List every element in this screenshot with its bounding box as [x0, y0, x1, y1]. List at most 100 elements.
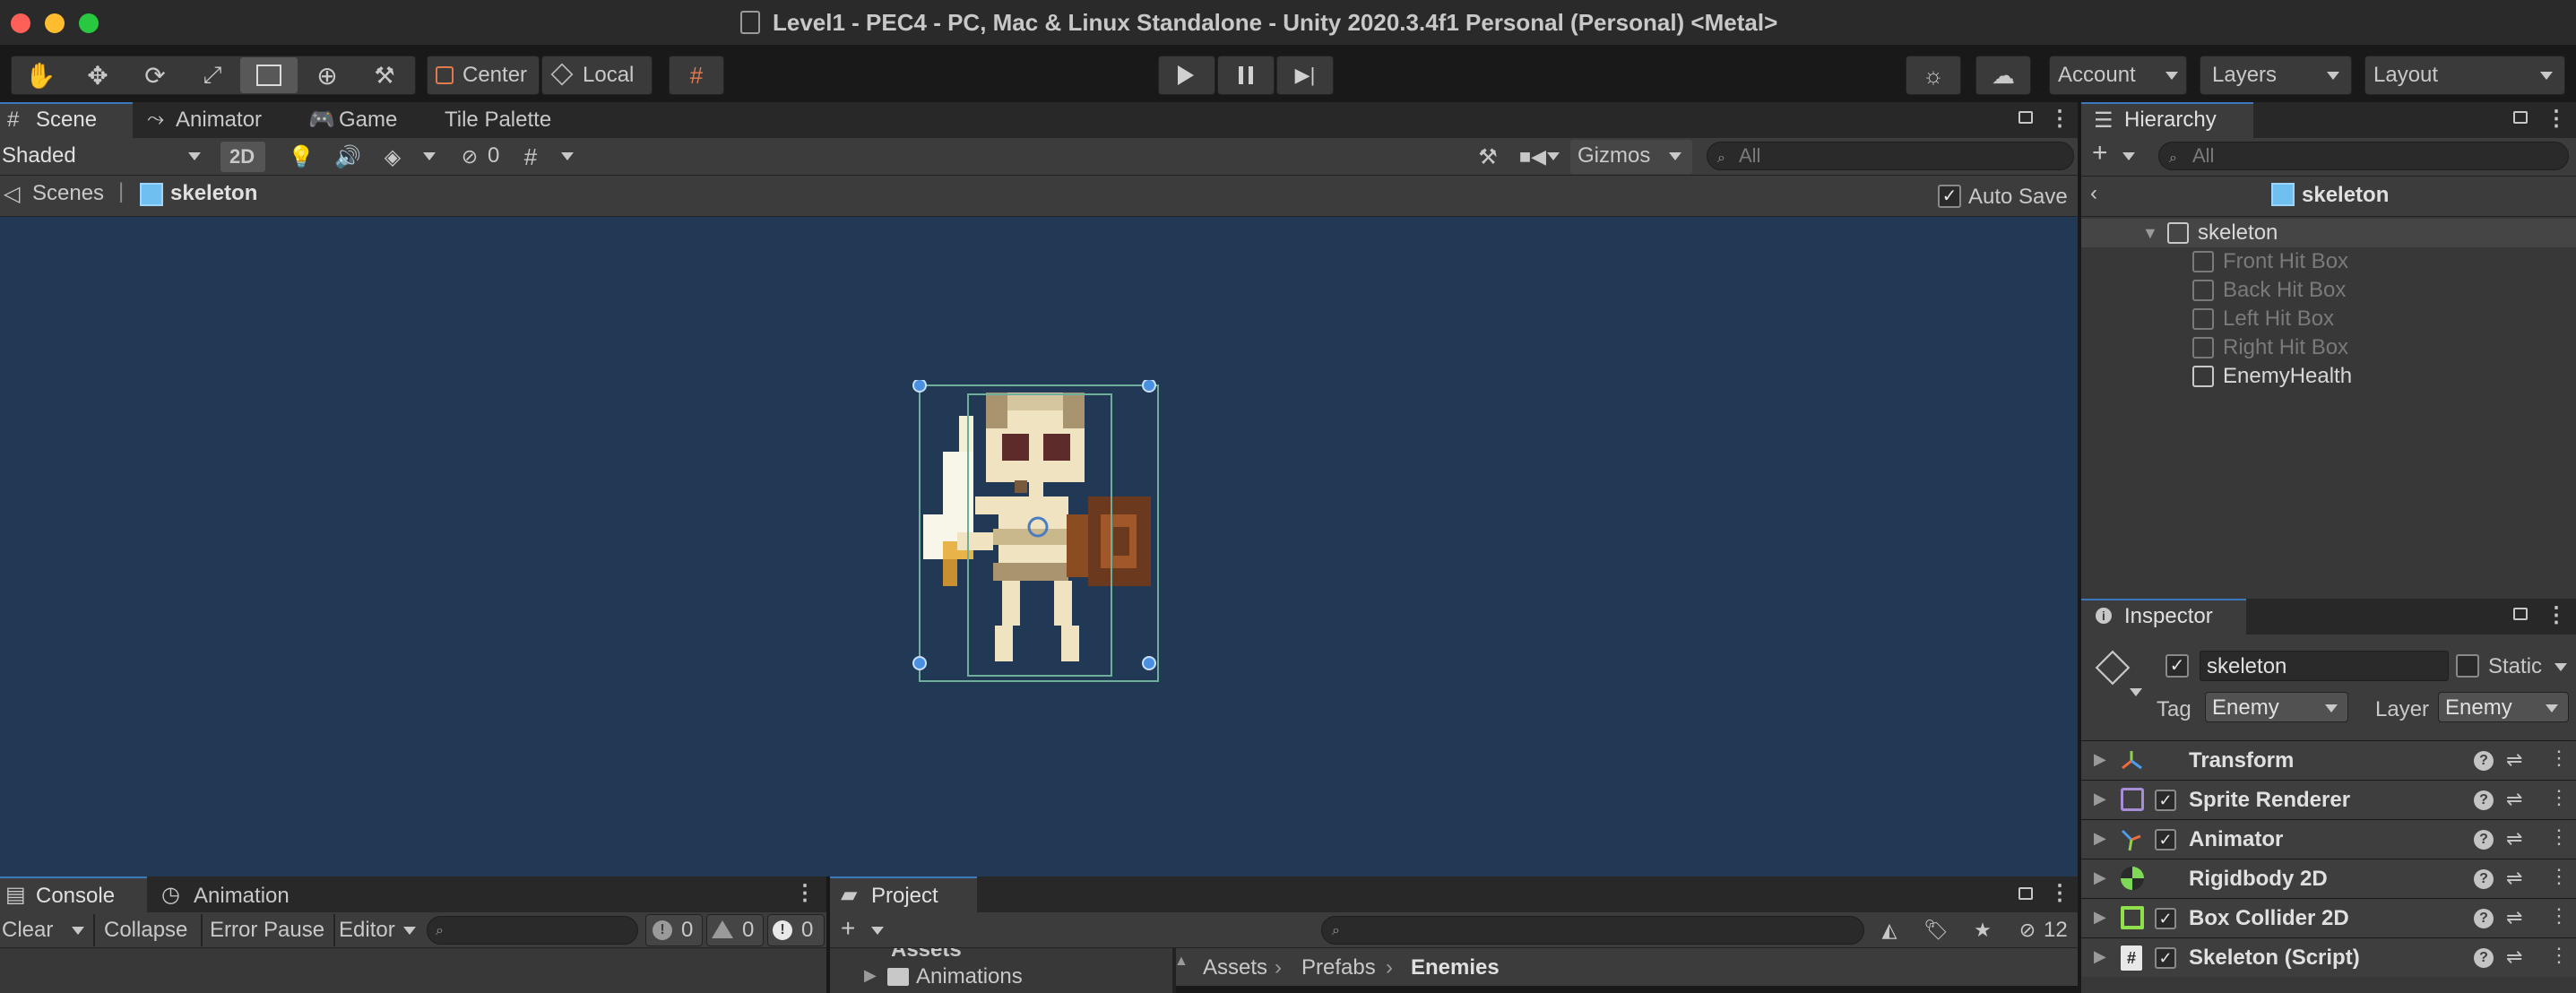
- component-rigidbody-2d[interactable]: ▶ Rigidbody 2D ? ⇌ ⋮: [2081, 859, 2576, 898]
- back-arrow-icon[interactable]: ◁: [4, 181, 20, 207]
- component-menu-icon[interactable]: ⋮: [2549, 904, 2569, 928]
- breadcrumb-assets[interactable]: Assets: [1203, 955, 1267, 980]
- presets-icon[interactable]: ⇌: [2506, 906, 2522, 929]
- breadcrumb-scenes[interactable]: Scenes: [32, 181, 104, 206]
- presets-icon[interactable]: ⇌: [2506, 827, 2522, 851]
- hidden-objects-icon[interactable]: ⊘: [454, 142, 486, 172]
- collapse-arrow-icon[interactable]: ▲: [1174, 954, 1189, 970]
- create-object-button[interactable]: +: [2092, 138, 2108, 168]
- presets-icon[interactable]: ⇌: [2506, 748, 2522, 772]
- console-search-input[interactable]: [427, 916, 638, 945]
- component-menu-icon[interactable]: ⋮: [2549, 825, 2569, 849]
- minimize-window-button[interactable]: [45, 13, 65, 33]
- zoom-window-button[interactable]: [79, 13, 99, 33]
- chevron-down-icon[interactable]: [561, 152, 574, 160]
- panel-menu-icon[interactable]: ⋮: [2049, 106, 2070, 132]
- rect-tool-icon[interactable]: [240, 57, 298, 93]
- help-icon[interactable]: ?: [2474, 830, 2494, 850]
- hierarchy-item-label[interactable]: Back Hit Box: [2223, 278, 2346, 303]
- chevron-down-icon[interactable]: [1547, 152, 1560, 160]
- console-log-area[interactable]: [0, 948, 826, 993]
- expand-arrow-icon[interactable]: ▶: [2094, 947, 2106, 966]
- panel-menu-icon[interactable]: ⋮: [2049, 880, 2070, 906]
- breadcrumb-skeleton[interactable]: skeleton: [170, 181, 257, 206]
- component-animator[interactable]: ▶ ✓ Animator ? ⇌ ⋮: [2081, 819, 2576, 859]
- component-skeleton-script[interactable]: ▶ # ✓ Skeleton (Script) ? ⇌ ⋮: [2081, 937, 2576, 977]
- scale-tool-icon[interactable]: ⤢: [185, 57, 240, 93]
- favorite-star-icon[interactable]: ★: [1968, 916, 1997, 945]
- component-transform[interactable]: ▶ Transform ? ⇌ ⋮: [2081, 740, 2576, 780]
- expand-arrow-icon[interactable]: ▶: [2094, 790, 2106, 808]
- scene-search-input[interactable]: [1707, 142, 2074, 170]
- hierarchy-search-input[interactable]: [2158, 142, 2569, 170]
- create-asset-button[interactable]: +: [841, 914, 855, 943]
- custom-tool-icon[interactable]: ⚒: [357, 57, 412, 93]
- hierarchy-item-label[interactable]: Front Hit Box: [2223, 249, 2348, 274]
- expand-arrow-icon[interactable]: ▶: [864, 966, 877, 985]
- breadcrumb-prefabs[interactable]: Prefabs: [1301, 955, 1376, 980]
- label-tag-icon[interactable]: 🏷: [1922, 916, 1950, 945]
- lock-icon[interactable]: [2513, 111, 2528, 124]
- lock-icon[interactable]: [2018, 111, 2033, 124]
- tab-animation-label[interactable]: Animation: [194, 884, 290, 909]
- active-checkbox[interactable]: ✓: [2165, 654, 2189, 678]
- audio-icon[interactable]: 🔊: [330, 142, 366, 172]
- help-icon[interactable]: ?: [2474, 790, 2494, 810]
- expand-arrow-icon[interactable]: ▶: [2094, 908, 2106, 927]
- project-search-input[interactable]: [1321, 916, 1864, 945]
- close-window-button[interactable]: [11, 13, 30, 33]
- transform-tool-icon[interactable]: ⊕: [299, 57, 355, 93]
- expand-arrow-icon[interactable]: ▶: [2094, 829, 2106, 848]
- clear-button[interactable]: Clear: [2, 918, 53, 943]
- tab-tile-palette-label[interactable]: Tile Palette: [445, 108, 551, 133]
- rotate-tool-icon[interactable]: ⟳: [127, 57, 183, 93]
- move-tool-icon[interactable]: ✥: [70, 57, 125, 93]
- scene-tools-icon[interactable]: ⚒: [1470, 142, 1506, 172]
- hand-tool-icon[interactable]: ✋: [13, 57, 68, 93]
- presets-icon[interactable]: ⇌: [2506, 788, 2522, 811]
- panel-menu-icon[interactable]: ⋮: [2546, 106, 2567, 132]
- component-enabled-checkbox[interactable]: ✓: [2155, 829, 2176, 851]
- camera-icon[interactable]: ■◀: [1515, 142, 1551, 172]
- panel-menu-icon[interactable]: ⋮: [2546, 602, 2567, 628]
- component-enabled-checkbox[interactable]: ✓: [2155, 947, 2176, 969]
- skeleton-sprite[interactable]: [912, 380, 1163, 685]
- component-enabled-checkbox[interactable]: ✓: [2155, 908, 2176, 929]
- editor-dropdown[interactable]: Editor: [339, 918, 395, 943]
- hierarchy-item-label[interactable]: Left Hit Box: [2223, 307, 2334, 332]
- lock-icon[interactable]: [2018, 887, 2033, 900]
- hierarchy-item-label[interactable]: Right Hit Box: [2223, 335, 2348, 360]
- search-by-type-icon[interactable]: ◭: [1875, 916, 1904, 945]
- hierarchy-item-label[interactable]: EnemyHealth: [2223, 364, 2352, 389]
- expand-arrow-icon[interactable]: ▶: [2094, 750, 2106, 769]
- component-menu-icon[interactable]: ⋮: [2549, 865, 2569, 888]
- lock-icon[interactable]: [2513, 608, 2528, 620]
- presets-icon[interactable]: ⇌: [2506, 867, 2522, 890]
- lighting-icon[interactable]: 💡: [283, 142, 319, 172]
- component-menu-icon[interactable]: ⋮: [2549, 747, 2569, 770]
- component-sprite-renderer[interactable]: ▶ ✓ Sprite Renderer ? ⇌ ⋮: [2081, 780, 2576, 819]
- expand-arrow-icon[interactable]: ▶: [2094, 868, 2106, 887]
- chevron-down-icon[interactable]: [423, 152, 436, 160]
- component-menu-icon[interactable]: ⋮: [2549, 786, 2569, 809]
- grid-visibility-icon[interactable]: #: [513, 142, 549, 172]
- presets-icon[interactable]: ⇌: [2506, 946, 2522, 969]
- chevron-down-icon[interactable]: [2554, 663, 2567, 671]
- component-box-collider-2d[interactable]: ▶ ✓ Box Collider 2D ? ⇌ ⋮: [2081, 898, 2576, 937]
- tab-animator-label[interactable]: Animator: [176, 108, 262, 133]
- help-icon[interactable]: ?: [2474, 751, 2494, 771]
- static-checkbox[interactable]: [2456, 654, 2479, 678]
- help-icon[interactable]: ?: [2474, 948, 2494, 968]
- expand-arrow-icon[interactable]: ▼: [2142, 224, 2158, 243]
- console-menu-icon[interactable]: ⋮: [794, 880, 816, 906]
- component-menu-icon[interactable]: ⋮: [2549, 944, 2569, 967]
- help-icon[interactable]: ?: [2474, 869, 2494, 889]
- auto-save-checkbox[interactable]: ✓: [1938, 185, 1961, 208]
- collapse-button[interactable]: Collapse: [104, 918, 187, 943]
- hidden-packages-icon[interactable]: ⊘: [2013, 916, 2042, 945]
- back-arrow-icon[interactable]: ‹: [2090, 181, 2097, 206]
- tab-game-label[interactable]: Game: [339, 108, 397, 133]
- help-icon[interactable]: ?: [2474, 909, 2494, 928]
- error-pause-button[interactable]: Error Pause: [210, 918, 324, 943]
- chevron-down-icon[interactable]: [2122, 152, 2135, 160]
